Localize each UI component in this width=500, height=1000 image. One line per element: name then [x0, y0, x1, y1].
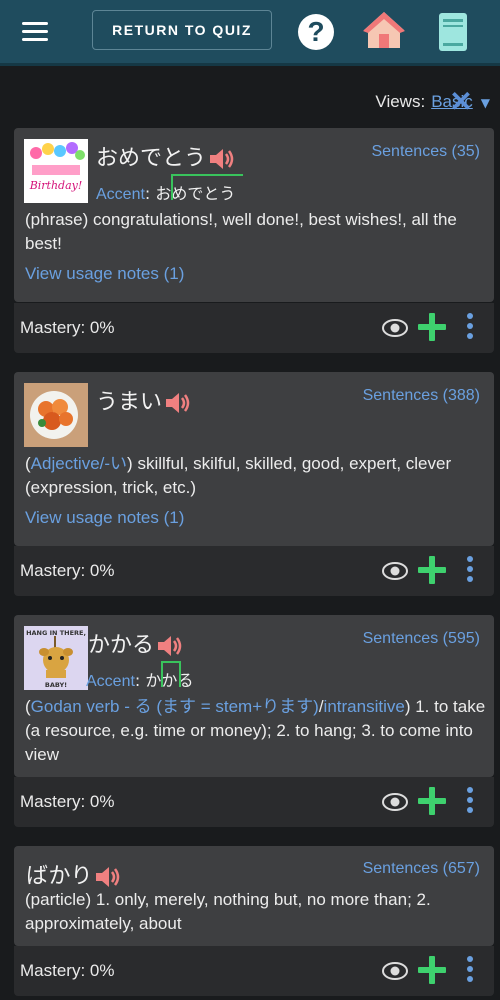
chevron-down-icon[interactable]: ▼ [481, 96, 490, 110]
svg-text:BABY!: BABY! [45, 681, 67, 689]
card-footer: Mastery: 0% [14, 546, 494, 596]
word-text: うまい [96, 390, 163, 415]
eye-icon[interactable] [382, 560, 408, 582]
definition: (Godan verb - る (ます = stem+ります)/intransi… [25, 695, 487, 767]
eye-icon[interactable] [382, 960, 408, 982]
pitch-accent-line [171, 174, 244, 200]
more-options-icon[interactable] [467, 787, 473, 813]
accent-pre: か [145, 671, 162, 690]
views-dropdown[interactable]: Basic ✕ [431, 88, 473, 116]
card-footer: Mastery: 0% [14, 946, 494, 996]
speaker-icon[interactable] [156, 634, 184, 658]
help-icon[interactable]: ? [298, 14, 334, 50]
vocab-word: うまい [96, 384, 192, 416]
sentences-link[interactable]: Sentences (595) [363, 630, 480, 648]
home-icon[interactable] [362, 10, 406, 50]
add-icon[interactable] [418, 313, 446, 341]
accent-row: Accent: おめでとう [96, 174, 244, 204]
word-text: おめでとう [96, 146, 207, 171]
mastery-label: Mastery: 0% [20, 792, 115, 811]
usage-notes-link[interactable]: View usage notes (1) [25, 508, 184, 528]
top-bar: RETURN TO QUIZ ? [0, 0, 500, 66]
vocab-word: おめでとう [96, 140, 236, 172]
word-text: かかる [88, 633, 155, 658]
speaker-icon[interactable] [164, 391, 192, 415]
vocab-card: Birthday! おめでとう Sentences (35) Accent: お… [14, 128, 494, 302]
card-image: HANG IN THERE, BABY! [24, 626, 88, 690]
part-of-speech-link[interactable]: Adjective/-い [31, 454, 127, 473]
hamburger-menu-icon[interactable] [22, 22, 48, 42]
definition: (particle) 1. only, merely, nothing but,… [25, 888, 487, 936]
mastery-label: Mastery: 0% [20, 561, 115, 580]
accent-label: Accent [96, 186, 145, 203]
card-footer: Mastery: 0% [14, 303, 494, 353]
definition-text: congratulations!, well done!, best wishe… [25, 210, 457, 253]
tag-close: ) [404, 697, 411, 716]
pitch-accent-line [161, 661, 182, 687]
sentences-link[interactable]: Sentences (388) [363, 387, 480, 405]
more-options-icon[interactable] [467, 313, 473, 339]
card-image [24, 383, 88, 447]
add-icon[interactable] [418, 956, 446, 984]
definition: (Adjective/-い) skillful, skilful, skille… [25, 452, 487, 500]
intransitive-link[interactable]: intransitive [324, 697, 405, 716]
vocab-card: うまい Sentences (388) (Adjective/-い) skill… [14, 372, 494, 546]
usage-notes-link[interactable]: View usage notes (1) [25, 264, 184, 284]
mastery-label: Mastery: 0% [20, 961, 115, 980]
speaker-icon[interactable] [94, 865, 122, 889]
return-to-quiz-button[interactable]: RETURN TO QUIZ [92, 10, 272, 50]
eye-icon[interactable] [382, 791, 408, 813]
close-icon[interactable]: ✕ [449, 88, 472, 116]
sentences-link[interactable]: Sentences (657) [363, 860, 480, 878]
add-icon[interactable] [418, 787, 446, 815]
tag-close: ) [127, 454, 133, 473]
part-of-speech: (particle) [25, 890, 92, 909]
definition: (phrase) congratulations!, well done!, b… [25, 208, 487, 256]
word-text: ばかり [26, 864, 93, 889]
eye-icon[interactable] [382, 317, 408, 339]
svg-text:HANG IN THERE,: HANG IN THERE, [26, 629, 86, 637]
speaker-icon[interactable] [208, 147, 236, 171]
card-footer: Mastery: 0% [14, 777, 494, 827]
mastery-label: Mastery: 0% [20, 318, 115, 337]
card-image: Birthday! [24, 139, 88, 203]
svg-text:Birthday!: Birthday! [29, 179, 83, 192]
vocab-word: かかる [88, 627, 184, 659]
vocab-card: ばかり Sentences (657) (particle) 1. only, … [14, 846, 494, 946]
accent-label: Accent [86, 673, 135, 690]
vocab-word: ばかり [26, 858, 122, 890]
vocab-card: HANG IN THERE, BABY! かかる Sentences (595)… [14, 615, 494, 777]
views-label: Views: [375, 92, 426, 111]
book-icon[interactable] [439, 13, 467, 51]
more-options-icon[interactable] [467, 556, 473, 582]
part-of-speech: (phrase) [25, 210, 89, 229]
views-selector[interactable]: Views: Basic ✕ ▼ [375, 88, 490, 116]
add-icon[interactable] [418, 556, 446, 584]
accent-row: Accent: かかる [86, 661, 193, 691]
verb-type-link[interactable]: Godan verb - る (ます = stem+ります) [31, 697, 319, 716]
accent-pre: お [155, 184, 172, 203]
sentences-link[interactable]: Sentences (35) [371, 143, 480, 161]
more-options-icon[interactable] [467, 956, 473, 982]
